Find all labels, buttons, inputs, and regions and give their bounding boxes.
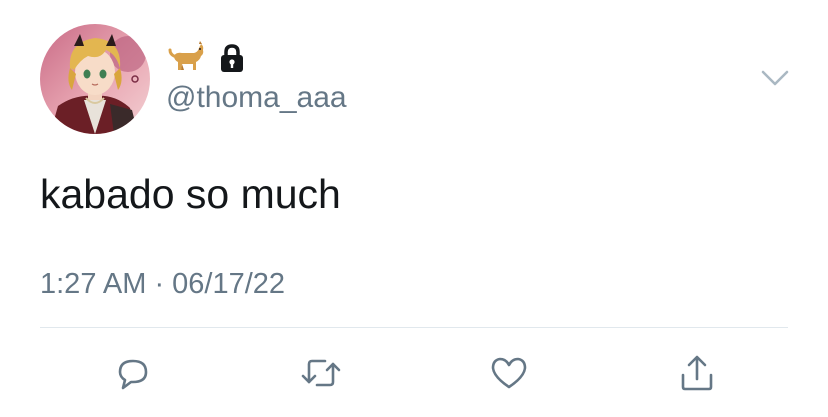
avatar[interactable] xyxy=(40,24,150,134)
tweet-card: @thoma_aaa kabado so much 1:27 AM · 06/1… xyxy=(0,0,828,417)
divider xyxy=(40,327,788,328)
like-button[interactable] xyxy=(484,348,534,398)
share-button[interactable] xyxy=(672,348,722,398)
display-name-row[interactable] xyxy=(166,40,246,76)
dog-emoji xyxy=(166,40,206,76)
tweet-text: kabado so much xyxy=(40,171,341,217)
tweet-actions xyxy=(0,348,828,398)
like-icon xyxy=(489,354,529,392)
reply-button[interactable] xyxy=(108,348,158,398)
reply-icon xyxy=(114,354,152,392)
tweet-timestamp[interactable]: 1:27 AM · 06/17/22 xyxy=(40,266,285,302)
lock-icon xyxy=(218,42,246,74)
share-icon xyxy=(677,353,717,393)
user-handle[interactable]: @thoma_aaa xyxy=(166,80,347,116)
retweet-button[interactable] xyxy=(296,348,346,398)
retweet-icon xyxy=(299,354,343,392)
chevron-down-icon[interactable] xyxy=(760,66,790,90)
